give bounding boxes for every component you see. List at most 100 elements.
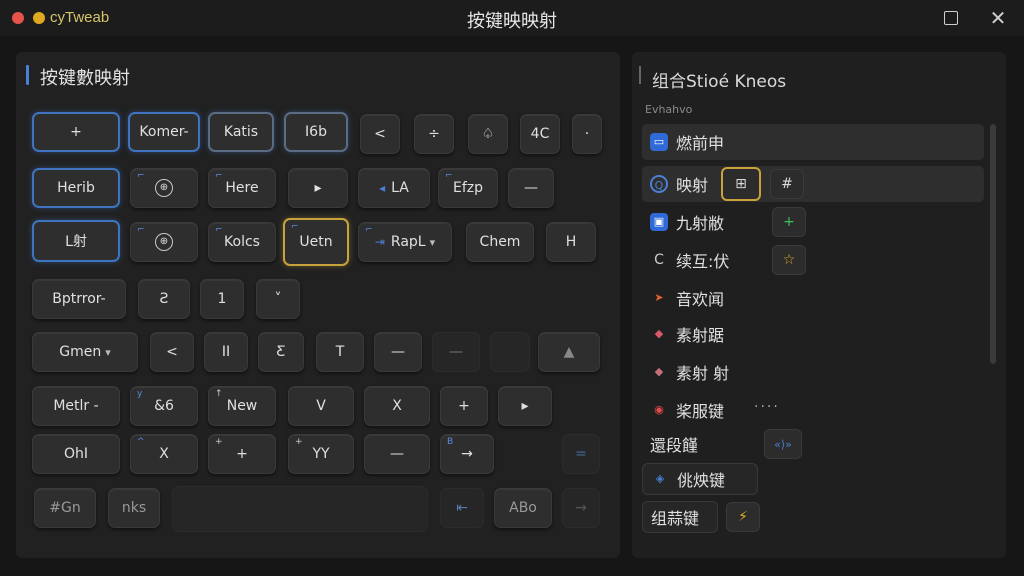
key[interactable]: 4C <box>520 114 560 154</box>
maximize-button[interactable] <box>937 6 965 30</box>
key-corner-icon: ⌐ <box>215 171 223 181</box>
panel-accent <box>26 65 29 85</box>
key[interactable]: ⌐ Efzp <box>438 168 498 208</box>
key-corner-icon: ⌐ <box>137 171 145 181</box>
mapped-key-chip[interactable]: ⊞ <box>721 167 761 201</box>
key[interactable]: ˅ <box>256 279 300 319</box>
combo-list-item[interactable]: ◆ 素射 射 <box>642 354 762 390</box>
mapped-key-chip[interactable]: ☆ <box>772 245 806 275</box>
record-icon: ◉ <box>654 403 664 416</box>
key[interactable]: · <box>572 114 602 154</box>
key[interactable]: Bptrror- <box>32 279 126 319</box>
key[interactable]: — <box>364 434 430 474</box>
key[interactable]: + YY <box>288 434 354 474</box>
key-label: Ƹ <box>276 344 286 360</box>
key[interactable]: B → <box>440 434 494 474</box>
key-label: — <box>524 180 538 196</box>
key[interactable]: ↑ New <box>208 386 276 426</box>
key[interactable]: Katis <box>208 112 274 152</box>
combo-list-item[interactable]: ◉ 桨服键 <box>642 392 752 428</box>
key-label: I6b <box>305 124 327 140</box>
key[interactable]: #Gn <box>34 488 96 528</box>
mapped-key-chip[interactable]: «⟩» <box>764 429 802 459</box>
more-dots[interactable]: ···· <box>754 399 780 415</box>
key[interactable]: y &6 <box>130 386 198 426</box>
key[interactable]: II <box>204 332 248 372</box>
combo-list-item[interactable]: C 续互:伏 <box>642 242 762 278</box>
key-label: < <box>166 344 178 360</box>
key[interactable]: ⌐ Here <box>208 168 276 208</box>
key[interactable]: + + <box>208 434 276 474</box>
key[interactable]: ÷ <box>414 114 454 154</box>
key[interactable]: — <box>508 168 554 208</box>
key[interactable]: T <box>316 332 364 372</box>
key[interactable]: ⌐ ⊕ <box>130 168 198 208</box>
diamond-icon: ◆ <box>654 327 664 340</box>
key-label: Ƨ <box>159 291 169 307</box>
combo-list-item[interactable]: ◈ 佻炴键 <box>642 463 758 495</box>
key[interactable]: — <box>432 332 480 372</box>
plus-icon: + <box>783 214 795 230</box>
combo-list-item[interactable]: 组蒜键 <box>642 501 718 533</box>
key[interactable]: ▲ <box>538 332 600 372</box>
key[interactable]: Komer- <box>128 112 200 152</box>
key-label: → <box>575 500 587 516</box>
key[interactable]: < <box>150 332 194 372</box>
key[interactable]: ⌐ ⇥ RapL ▾ <box>358 222 452 262</box>
key[interactable]: + <box>440 386 488 426</box>
key-label: Komer- <box>139 124 189 140</box>
combo-list-item[interactable]: ➤ 音欢闻 <box>642 280 762 316</box>
key[interactable]: Metlr - <box>32 386 120 426</box>
key[interactable]: Herib <box>32 168 120 208</box>
combo-item-label: 映射 <box>676 176 709 195</box>
key[interactable]: — <box>374 332 422 372</box>
key-label: ⊕ <box>155 179 173 197</box>
key[interactable]: I6b <box>284 112 348 152</box>
key[interactable]: 1 <box>200 279 244 319</box>
key[interactable]: V <box>288 386 354 426</box>
key[interactable]: X <box>364 386 430 426</box>
scrollbar[interactable] <box>990 124 996 364</box>
key[interactable]: ^ X <box>130 434 198 474</box>
key[interactable]: → <box>562 488 600 528</box>
lightning-icon: ⚡ <box>738 509 748 525</box>
key-corner-icon: B <box>447 437 454 447</box>
key[interactable]: L射 <box>32 220 120 262</box>
key[interactable]: ABo <box>494 488 552 528</box>
key[interactable]: + <box>32 112 120 152</box>
mapped-key-chip[interactable]: # <box>770 169 804 199</box>
grid-icon: ⊞ <box>735 176 747 192</box>
key[interactable]: < <box>360 114 400 154</box>
key[interactable]: H <box>546 222 596 262</box>
combo-list-item[interactable]: Q 映射 <box>642 166 984 202</box>
key[interactable]: Gmen ▾ <box>32 332 138 372</box>
key-label: ▸ <box>521 398 529 414</box>
key[interactable]: = <box>562 434 600 474</box>
key-label: X <box>392 398 402 414</box>
key[interactable]: Ƨ <box>138 279 190 319</box>
key[interactable]: ♤ <box>468 114 508 154</box>
key[interactable]: ▸ <box>498 386 552 426</box>
key[interactable]: ⇤ <box>440 488 484 528</box>
key-selected[interactable]: ⌐ Uetn <box>283 218 349 266</box>
key[interactable]: Chem <box>466 222 534 262</box>
key[interactable] <box>490 332 530 372</box>
mapped-key-chip[interactable]: + <box>772 207 806 237</box>
key[interactable]: ◂ LA <box>358 168 430 208</box>
spacebar-key[interactable] <box>172 486 428 532</box>
key-corner-icon: ⌐ <box>291 222 299 232</box>
combo-list-item[interactable]: ▭ 燃前申 <box>642 124 984 160</box>
key[interactable]: Ƹ <box>258 332 304 372</box>
key[interactable]: OhI <box>32 434 120 474</box>
key[interactable]: ▸ <box>288 168 348 208</box>
diamond-icon: ◆ <box>654 365 664 378</box>
combo-list-item[interactable]: ◆ 素射踞 <box>642 316 762 352</box>
key[interactable]: ⌐ ⊕ <box>130 222 198 262</box>
mapped-key-chip[interactable]: ⚡ <box>726 502 760 532</box>
key-label: 1 <box>217 291 227 307</box>
key[interactable]: nks <box>108 488 160 528</box>
key[interactable]: ⌐ Kolcs <box>208 222 276 262</box>
combo-list-item[interactable]: 還段饉 <box>642 426 752 462</box>
combo-list-item[interactable]: ▣ 九射敝 <box>642 204 762 240</box>
close-button[interactable]: ✕ <box>984 6 1012 30</box>
